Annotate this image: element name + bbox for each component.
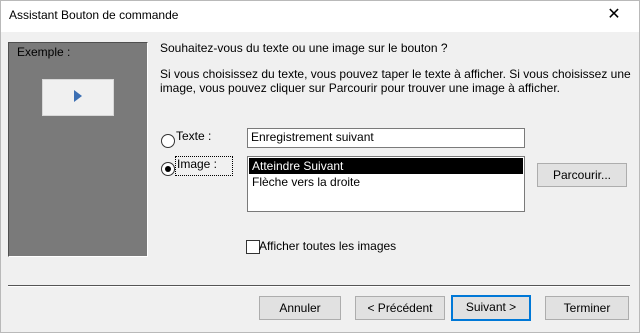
cancel-button[interactable]: Annuler [259,296,341,320]
previous-button[interactable]: < Précédent [355,296,445,320]
list-item-fleche-droite[interactable]: Flèche vers la droite [249,174,523,190]
browse-button[interactable]: Parcourir... [537,163,627,187]
list-item-atteindre-suivant[interactable]: Atteindre Suivant [249,158,523,174]
text-option-label[interactable]: Texte : [176,129,211,143]
description-line-2: image, vous pouvez cliquer sur Parcourir… [160,81,560,95]
play-arrow-icon [74,90,82,102]
button-text-value: Enregistrement suivant [251,130,374,144]
button-text-input[interactable]: Enregistrement suivant [247,128,525,148]
description-line-1: Si vous choisissez du texte, vous pouvez… [160,67,631,81]
sample-preview-panel [8,42,148,257]
close-icon[interactable]: ✕ [596,3,632,27]
sample-label: Exemple : [17,45,71,59]
question-text: Souhaitez-vous du texte ou une image sur… [160,41,448,55]
text-option-radio[interactable] [161,134,175,148]
next-button[interactable]: Suivant > [451,295,531,321]
show-all-images-label[interactable]: Afficher toutes les images [259,239,396,253]
image-option-radio[interactable] [161,162,175,176]
image-listbox[interactable]: Atteindre Suivant Flèche vers la droite [247,156,525,212]
show-all-images-checkbox[interactable] [246,240,260,254]
radio-selected-dot [165,166,171,172]
footer-separator [8,285,630,287]
image-option-label[interactable]: Image : [177,157,217,171]
finish-button[interactable]: Terminer [545,296,629,320]
window-title: Assistant Bouton de commande [9,8,179,22]
